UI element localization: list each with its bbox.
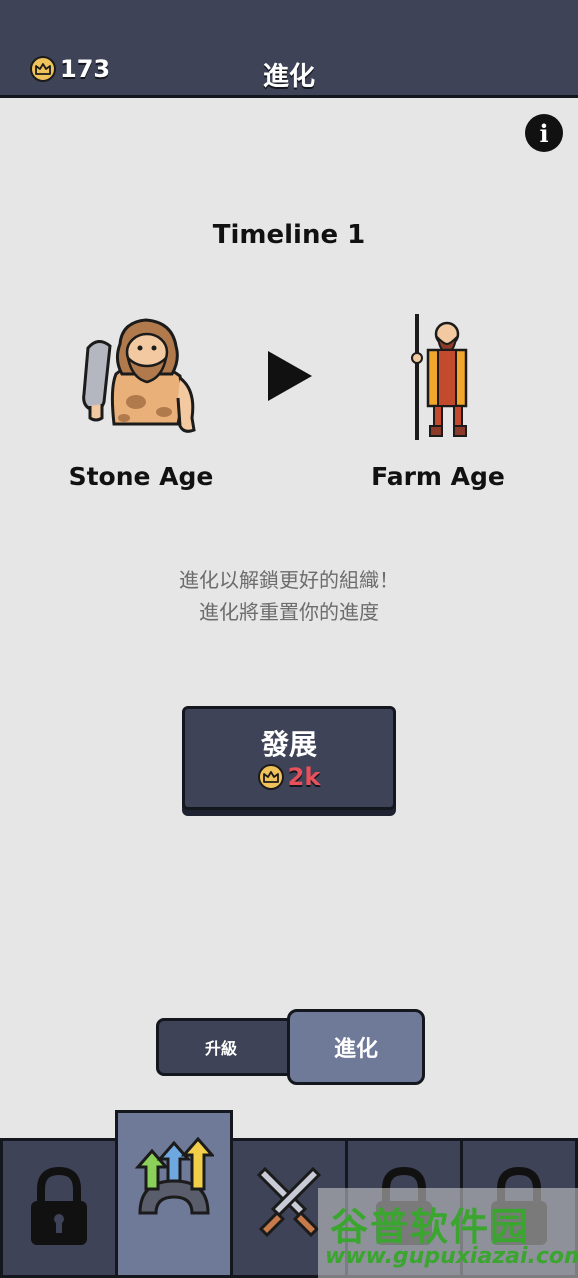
info-button[interactable]: i — [525, 114, 563, 152]
page-title: 進化 — [262, 62, 315, 92]
tab-evolution[interactable] — [115, 1110, 233, 1278]
top-bar: 173 進化 — [0, 0, 578, 98]
to-age-name: Farm Age — [371, 462, 505, 491]
farmer-icon — [411, 314, 468, 440]
timeline-label: Timeline 1 — [212, 220, 366, 250]
crown-coin-icon — [257, 764, 284, 790]
caveman-icon — [82, 318, 196, 433]
crossed-swords-icon — [256, 1167, 322, 1238]
develop-cost: 2k — [185, 763, 393, 791]
develop-button[interactable]: 發展 2k — [182, 706, 396, 810]
play-arrow-icon — [268, 351, 312, 401]
watermark-url: www.gupuxiazai.com — [325, 1244, 578, 1269]
evolve-toggle[interactable]: 進化 — [287, 1009, 425, 1085]
lock-icon — [31, 1167, 87, 1245]
from-age-name: Stone Age — [68, 462, 214, 491]
develop-button-label: 發展 — [260, 728, 317, 761]
evolve-message-line2: 進化將重置你的進度 — [199, 600, 379, 624]
develop-cost-value: 2k — [287, 763, 321, 791]
evolution-arrows-icon — [134, 1137, 214, 1215]
info-icon: i — [539, 118, 549, 148]
evolve-message-line1: 進化以解鎖更好的組織！ — [179, 568, 399, 592]
tab-locked-1[interactable] — [0, 1138, 118, 1278]
upgrade-toggle[interactable]: 升級 — [156, 1018, 306, 1076]
watermark-name: 谷普软件园 — [330, 1205, 531, 1249]
